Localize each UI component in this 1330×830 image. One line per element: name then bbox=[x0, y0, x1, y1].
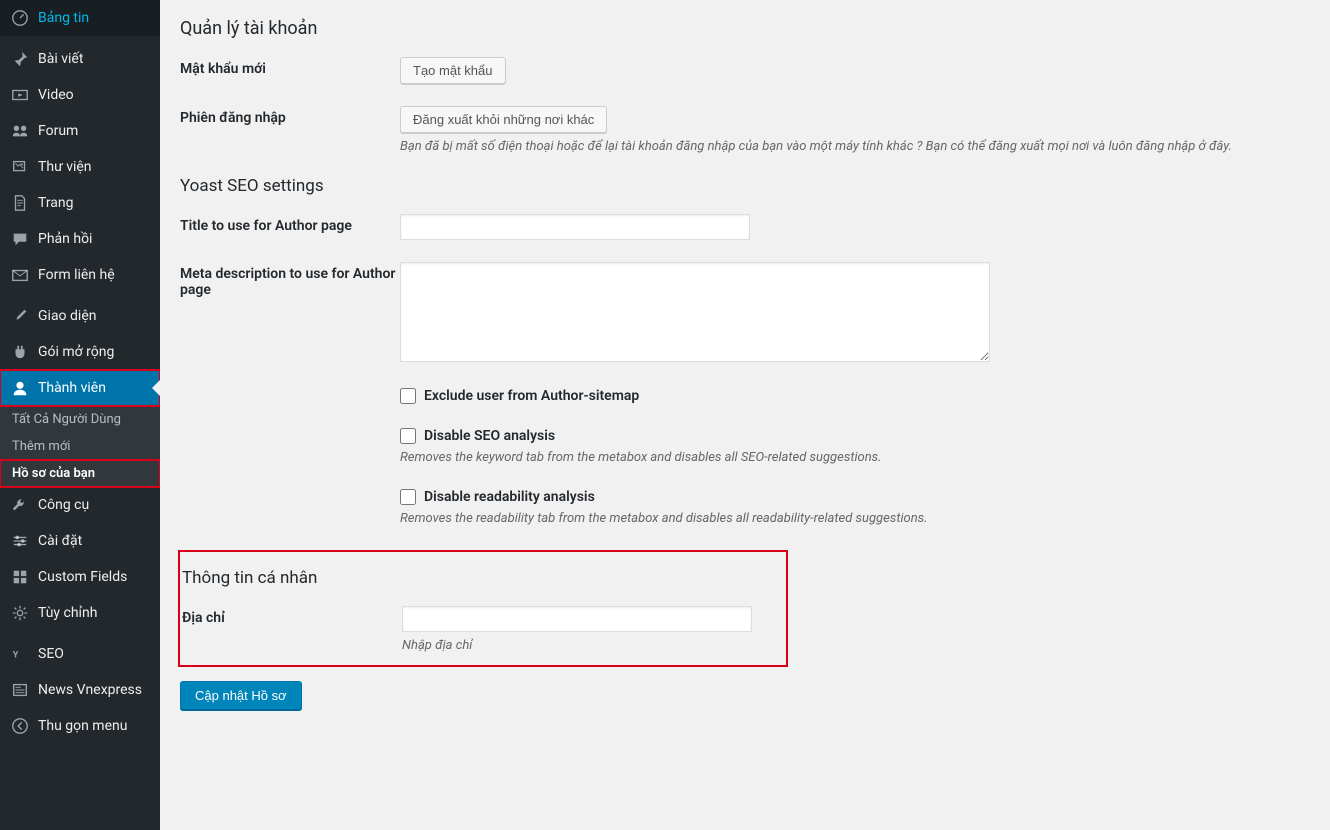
sidebar-item-dashboard[interactable]: Bảng tin bbox=[0, 0, 160, 36]
wrench-icon bbox=[10, 495, 30, 515]
gear-icon bbox=[10, 603, 30, 623]
sidebar-sub-all-users[interactable]: Tất Cả Người Dùng bbox=[0, 406, 160, 433]
sidebar-label: Giao diện bbox=[38, 308, 96, 324]
collapse-icon bbox=[10, 716, 30, 736]
sidebar-item-collapse[interactable]: Thu gọn menu bbox=[0, 708, 160, 744]
sidebar-item-seo[interactable]: Y SEO bbox=[0, 636, 160, 672]
mail-icon bbox=[10, 265, 30, 285]
address-label: Địa chỉ bbox=[182, 606, 402, 626]
sidebar-label: SEO bbox=[38, 646, 64, 662]
disable-seo-desc: Removes the keyword tab from the metabox… bbox=[400, 450, 1310, 465]
session-description: Bạn đã bị mất số điện thoại hoặc để lại … bbox=[400, 139, 1310, 154]
disable-readability-label: Disable readability analysis bbox=[424, 489, 595, 505]
sidebar-label: Phản hồi bbox=[38, 231, 92, 247]
address-input[interactable] bbox=[402, 606, 752, 632]
personal-heading: Thông tin cá nhân bbox=[182, 568, 776, 588]
address-desc: Nhập địa chỉ bbox=[402, 638, 776, 653]
sidebar-item-forum[interactable]: Forum bbox=[0, 113, 160, 149]
forum-icon bbox=[10, 121, 30, 141]
sidebar-label: Forum bbox=[38, 123, 78, 139]
author-title-label: Title to use for Author page bbox=[180, 214, 400, 234]
seo-icon: Y bbox=[10, 644, 30, 664]
media-icon bbox=[10, 157, 30, 177]
sidebar-item-pages[interactable]: Trang bbox=[0, 185, 160, 221]
plugin-icon bbox=[10, 342, 30, 362]
exclude-sitemap-checkbox[interactable] bbox=[400, 388, 416, 404]
exclude-sitemap-label: Exclude user from Author-sitemap bbox=[424, 388, 639, 404]
generate-password-button[interactable]: Tạo mật khẩu bbox=[400, 57, 506, 84]
yoast-heading: Yoast SEO settings bbox=[180, 176, 1310, 196]
brush-icon bbox=[10, 306, 30, 326]
sidebar-label: Công cụ bbox=[38, 497, 89, 513]
sidebar-sub-add-new[interactable]: Thêm mới bbox=[0, 433, 160, 460]
sidebar-label: Cài đặt bbox=[38, 533, 82, 549]
sidebar-item-settings[interactable]: Cài đặt bbox=[0, 523, 160, 559]
sidebar-label: Thu gọn menu bbox=[38, 718, 127, 734]
disable-seo-checkbox[interactable] bbox=[400, 428, 416, 444]
author-meta-textarea[interactable] bbox=[400, 262, 990, 362]
svg-text:Y: Y bbox=[13, 651, 19, 661]
sidebar-label: Form liên hệ bbox=[38, 267, 115, 283]
sidebar-item-users[interactable]: Thành viên bbox=[0, 370, 160, 406]
user-icon bbox=[10, 378, 30, 398]
sidebar-label: Tùy chỉnh bbox=[38, 605, 97, 621]
update-profile-button[interactable]: Cập nhật Hồ sơ bbox=[180, 681, 302, 710]
account-heading: Quản lý tài khoản bbox=[180, 18, 1310, 39]
sidebar-item-tools[interactable]: Công cụ bbox=[0, 487, 160, 523]
news-icon bbox=[10, 680, 30, 700]
pin-icon bbox=[10, 49, 30, 69]
video-icon bbox=[10, 85, 30, 105]
author-title-input[interactable] bbox=[400, 214, 750, 240]
disable-readability-checkbox[interactable] bbox=[400, 489, 416, 505]
sidebar-item-video[interactable]: Video bbox=[0, 77, 160, 113]
password-label: Mật khẩu mới bbox=[180, 57, 400, 77]
comment-icon bbox=[10, 229, 30, 249]
sidebar-item-media[interactable]: Thư viện bbox=[0, 149, 160, 185]
sidebar-label: Thành viên bbox=[38, 380, 106, 396]
logout-everywhere-button[interactable]: Đăng xuất khỏi những nơi khác bbox=[400, 106, 607, 133]
sidebar-label: Bài viết bbox=[38, 51, 83, 67]
sidebar-item-contact[interactable]: Form liên hệ bbox=[0, 257, 160, 293]
grid-icon bbox=[10, 567, 30, 587]
sidebar-label: Video bbox=[38, 87, 74, 103]
sidebar-label: Custom Fields bbox=[38, 569, 127, 585]
sidebar-label: News Vnexpress bbox=[38, 682, 142, 698]
sidebar-item-news[interactable]: News Vnexpress bbox=[0, 672, 160, 708]
sidebar-label: Trang bbox=[38, 195, 74, 211]
disable-seo-label: Disable SEO analysis bbox=[424, 428, 555, 444]
sidebar-label: Gói mở rộng bbox=[38, 344, 114, 360]
page-icon bbox=[10, 193, 30, 213]
dashboard-icon bbox=[10, 8, 30, 28]
sidebar-item-customize[interactable]: Tùy chỉnh bbox=[0, 595, 160, 631]
author-meta-label: Meta description to use for Author page bbox=[180, 262, 400, 298]
sidebar-label: Thư viện bbox=[38, 159, 92, 175]
sliders-icon bbox=[10, 531, 30, 551]
sidebar-item-custom-fields[interactable]: Custom Fields bbox=[0, 559, 160, 595]
sidebar-label: Bảng tin bbox=[38, 10, 89, 26]
content-area: Quản lý tài khoản Mật khẩu mới Tạo mật k… bbox=[160, 0, 1330, 830]
sidebar-item-posts[interactable]: Bài viết bbox=[0, 41, 160, 77]
sidebar-item-plugins[interactable]: Gói mở rộng bbox=[0, 334, 160, 370]
disable-readability-desc: Removes the readability tab from the met… bbox=[400, 511, 1310, 526]
session-label: Phiên đăng nhập bbox=[180, 106, 400, 126]
sidebar-sub-your-profile[interactable]: Hồ sơ của bạn bbox=[0, 460, 160, 487]
sidebar-item-appearance[interactable]: Giao diện bbox=[0, 298, 160, 334]
sidebar-item-comments[interactable]: Phản hồi bbox=[0, 221, 160, 257]
personal-info-section: Thông tin cá nhân Địa chỉ Nhập địa chỉ bbox=[178, 550, 788, 667]
admin-sidebar: Bảng tin Bài viết Video Forum Thư viện T… bbox=[0, 0, 160, 830]
